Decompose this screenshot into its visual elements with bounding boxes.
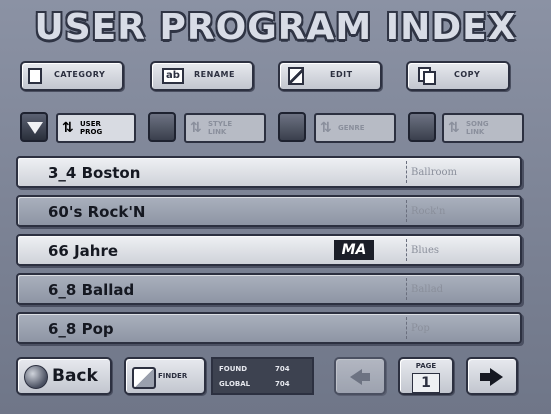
program-row[interactable]: 6_8 Ballad Ballad [16, 273, 522, 305]
sort-user-prog-toggle[interactable] [20, 112, 48, 142]
found-label: FOUND [219, 365, 248, 373]
arrow-right-icon-shaft [480, 373, 490, 381]
program-name: 66 Jahre [48, 242, 119, 260]
sort-az-icon: ⇅ [62, 120, 74, 136]
program-row[interactable]: 66 Jahre MA Blues [16, 234, 522, 266]
category-icon [28, 68, 42, 84]
page-title: USER PROGRAM INDEX [34, 7, 517, 48]
sort-genre-text: GENRE [338, 124, 365, 132]
column-divider [406, 317, 407, 339]
program-row[interactable]: 3_4 Boston Ballroom [16, 156, 522, 188]
sort-style-link-text: STYLE LINK [208, 120, 233, 136]
edit-button[interactable]: EDIT [278, 61, 382, 91]
column-divider [406, 239, 407, 261]
finder-button[interactable]: FINDER [124, 357, 206, 395]
page-indicator: PAGE 1 [398, 357, 454, 395]
program-row[interactable]: 60's Rock'N Rock'n [16, 195, 522, 227]
rename-button-label: RENAME [194, 70, 235, 79]
copy-button[interactable]: COPY [406, 61, 510, 91]
category-button-label: CATEGORY [54, 70, 106, 79]
global-count: 704 [275, 380, 290, 388]
finder-button-label: FINDER [158, 372, 188, 380]
sort-song-link-text: SONG LINK [466, 120, 489, 136]
finder-icon [132, 367, 156, 389]
program-row[interactable]: 6_8 Pop Pop [16, 312, 522, 344]
sort-genre-toggle[interactable] [278, 112, 306, 142]
copy-button-label: COPY [454, 70, 481, 79]
column-divider [406, 200, 407, 222]
pencil-icon [288, 67, 304, 85]
sort-style-link-label: ⇅ STYLE LINK [184, 113, 266, 143]
sort-az-icon: ⇅ [320, 120, 332, 136]
category-button[interactable]: CATEGORY [20, 61, 124, 91]
column-divider [406, 161, 407, 183]
program-category: Ballad [411, 284, 444, 295]
globe-icon [24, 365, 48, 389]
page-previous-button[interactable] [334, 357, 386, 395]
triangle-down-icon [27, 122, 43, 134]
sort-genre-label: ⇅ GENRE [314, 113, 396, 143]
program-name: 60's Rock'N [48, 203, 146, 221]
global-label: GLOBAL [219, 380, 251, 388]
sort-az-icon: ⇅ [448, 120, 460, 136]
program-name: 6_8 Ballad [48, 281, 135, 299]
sort-style-link-toggle[interactable] [148, 112, 176, 142]
arrow-left-icon-shaft [362, 373, 370, 381]
back-button[interactable]: Back [16, 357, 112, 395]
sort-user-prog-text: USER PROG [80, 120, 103, 136]
arrow-right-icon [490, 368, 503, 386]
column-divider [406, 278, 407, 300]
page-next-button[interactable] [466, 357, 518, 395]
sort-song-link-toggle[interactable] [408, 112, 436, 142]
page-number: 1 [412, 373, 440, 393]
arrow-left-icon [350, 369, 362, 385]
rename-icon: ab [162, 68, 184, 84]
program-category: Blues [411, 245, 440, 256]
edit-button-label: EDIT [330, 70, 353, 79]
program-name: 3_4 Boston [48, 164, 141, 182]
program-name: 6_8 Pop [48, 320, 114, 338]
back-button-label: Back [52, 366, 98, 386]
user-program-index-screen: USER PROGRAM INDEX CATEGORY ab RENAME ED… [0, 0, 551, 414]
found-counter-panel: FOUND 704 GLOBAL 704 [211, 357, 314, 395]
found-count: 704 [275, 365, 290, 373]
program-category: Rock'n [411, 206, 446, 217]
sort-az-icon: ⇅ [190, 120, 202, 136]
sort-user-prog-label: ⇅ USER PROG [56, 113, 136, 143]
page-label: PAGE [415, 362, 437, 370]
program-category: Pop [411, 323, 430, 334]
program-category: Ballroom [411, 167, 458, 178]
sort-song-link-label: ⇅ SONG LINK [442, 113, 524, 143]
copy-icon-back [423, 71, 436, 85]
song-link-badge: MA [334, 240, 374, 260]
rename-button[interactable]: ab RENAME [150, 61, 254, 91]
